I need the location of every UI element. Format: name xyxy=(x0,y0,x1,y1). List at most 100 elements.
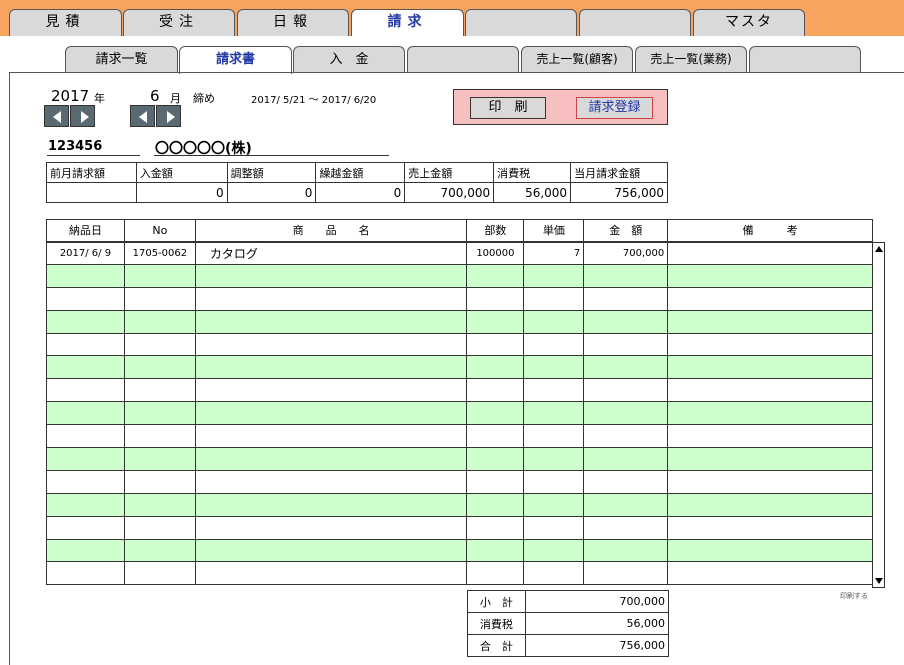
print-button[interactable]: 印 刷 xyxy=(470,97,546,119)
cell-no[interactable] xyxy=(123,355,196,380)
cell-quantity[interactable] xyxy=(466,561,525,586)
cell-unit-price[interactable] xyxy=(523,263,585,288)
cell-remarks[interactable] xyxy=(667,263,873,288)
cell-delivery-date[interactable] xyxy=(46,286,125,311)
cell-amount[interactable] xyxy=(583,309,669,334)
cell-remarks[interactable] xyxy=(667,241,873,265)
cell-product-name[interactable] xyxy=(194,378,468,403)
cell-product-name[interactable] xyxy=(194,515,468,540)
cell-no[interactable] xyxy=(123,561,196,586)
cell-delivery-date[interactable] xyxy=(46,263,125,288)
cell-product-name[interactable] xyxy=(194,469,468,494)
cell-amount[interactable] xyxy=(583,469,669,494)
cell-remarks[interactable] xyxy=(667,378,873,403)
cell-remarks[interactable] xyxy=(667,401,873,426)
cell-product-name[interactable] xyxy=(194,447,468,471)
table-row[interactable] xyxy=(46,561,873,586)
cell-no[interactable] xyxy=(123,447,196,471)
cell-delivery-date[interactable]: 2017/ 6/ 9 xyxy=(46,241,125,265)
tab-billing[interactable]: 請求 xyxy=(351,9,464,37)
table-row[interactable] xyxy=(46,401,873,426)
cell-remarks[interactable] xyxy=(667,424,873,449)
cell-unit-price[interactable] xyxy=(523,332,585,357)
cell-amount[interactable] xyxy=(583,286,669,311)
subtab-billing-list[interactable]: 請求一覧 xyxy=(65,46,178,73)
cell-quantity[interactable] xyxy=(466,447,525,471)
register-invoice-button[interactable]: 請求登録 xyxy=(576,97,653,119)
cell-remarks[interactable] xyxy=(667,492,873,517)
cell-no[interactable] xyxy=(123,492,196,517)
cell-amount[interactable] xyxy=(583,424,669,449)
cell-remarks[interactable] xyxy=(667,332,873,357)
table-row[interactable] xyxy=(46,447,873,471)
cell-remarks[interactable] xyxy=(667,447,873,471)
cell-unit-price[interactable]: 7 xyxy=(523,241,585,265)
cell-amount[interactable] xyxy=(583,332,669,357)
tab-master[interactable]: マスタ xyxy=(693,9,805,36)
cell-quantity[interactable] xyxy=(466,355,525,380)
cell-delivery-date[interactable] xyxy=(46,561,125,586)
cell-amount[interactable] xyxy=(583,378,669,403)
table-row[interactable] xyxy=(46,515,873,540)
cell-no[interactable] xyxy=(123,538,196,563)
cell-remarks[interactable] xyxy=(667,309,873,334)
cell-remarks[interactable] xyxy=(667,515,873,540)
table-row[interactable] xyxy=(46,492,873,517)
cell-delivery-date[interactable] xyxy=(46,401,125,426)
month-prev-button[interactable] xyxy=(130,105,155,127)
cell-amount[interactable] xyxy=(583,447,669,471)
cell-unit-price[interactable] xyxy=(523,469,585,494)
cell-amount[interactable] xyxy=(583,492,669,517)
year-prev-button[interactable] xyxy=(44,105,69,127)
cell-amount[interactable]: 700,000 xyxy=(583,241,669,265)
scroll-up-icon[interactable] xyxy=(875,246,883,252)
table-row[interactable] xyxy=(46,263,873,288)
cell-unit-price[interactable] xyxy=(523,286,585,311)
cell-no[interactable] xyxy=(123,332,196,357)
cell-no[interactable] xyxy=(123,378,196,403)
cell-delivery-date[interactable] xyxy=(46,309,125,334)
tab-blank-1[interactable] xyxy=(465,9,577,36)
cell-product-name[interactable] xyxy=(194,561,468,586)
cell-amount[interactable] xyxy=(583,355,669,380)
tab-daily-report[interactable]: 日報 xyxy=(237,9,349,36)
subtab-blank[interactable] xyxy=(407,46,519,73)
cell-no[interactable] xyxy=(123,263,196,288)
cell-no[interactable] xyxy=(123,401,196,426)
cell-quantity[interactable] xyxy=(466,515,525,540)
subtab-sales-customer[interactable]: 売上一覧(顧客) xyxy=(521,46,633,73)
subtab-sales-business[interactable]: 売上一覧(業務) xyxy=(635,46,747,73)
table-row[interactable] xyxy=(46,332,873,357)
month-next-button[interactable] xyxy=(156,105,181,127)
cell-delivery-date[interactable] xyxy=(46,424,125,449)
cell-product-name[interactable]: カタログ xyxy=(194,241,468,265)
tab-blank-2[interactable] xyxy=(579,9,691,36)
cell-product-name[interactable] xyxy=(194,286,468,311)
cell-quantity[interactable] xyxy=(466,286,525,311)
cell-delivery-date[interactable] xyxy=(46,515,125,540)
cell-delivery-date[interactable] xyxy=(46,447,125,471)
cell-quantity[interactable] xyxy=(466,378,525,403)
cell-no[interactable] xyxy=(123,515,196,540)
table-row[interactable] xyxy=(46,538,873,563)
table-row[interactable] xyxy=(46,378,873,403)
cell-remarks[interactable] xyxy=(667,469,873,494)
cell-amount[interactable] xyxy=(583,263,669,288)
cell-quantity[interactable] xyxy=(466,401,525,426)
cell-quantity[interactable] xyxy=(466,263,525,288)
cell-amount[interactable] xyxy=(583,515,669,540)
cell-unit-price[interactable] xyxy=(523,309,585,334)
cell-unit-price[interactable] xyxy=(523,538,585,563)
cell-delivery-date[interactable] xyxy=(46,538,125,563)
items-scrollbar[interactable] xyxy=(872,242,885,588)
cell-product-name[interactable] xyxy=(194,355,468,380)
cell-amount[interactable] xyxy=(583,538,669,563)
cell-delivery-date[interactable] xyxy=(46,355,125,380)
cell-remarks[interactable] xyxy=(667,561,873,586)
cell-product-name[interactable] xyxy=(194,263,468,288)
cell-delivery-date[interactable] xyxy=(46,492,125,517)
cell-unit-price[interactable] xyxy=(523,355,585,380)
cell-quantity[interactable]: 100000 xyxy=(466,241,525,265)
cell-unit-price[interactable] xyxy=(523,492,585,517)
cell-quantity[interactable] xyxy=(466,538,525,563)
